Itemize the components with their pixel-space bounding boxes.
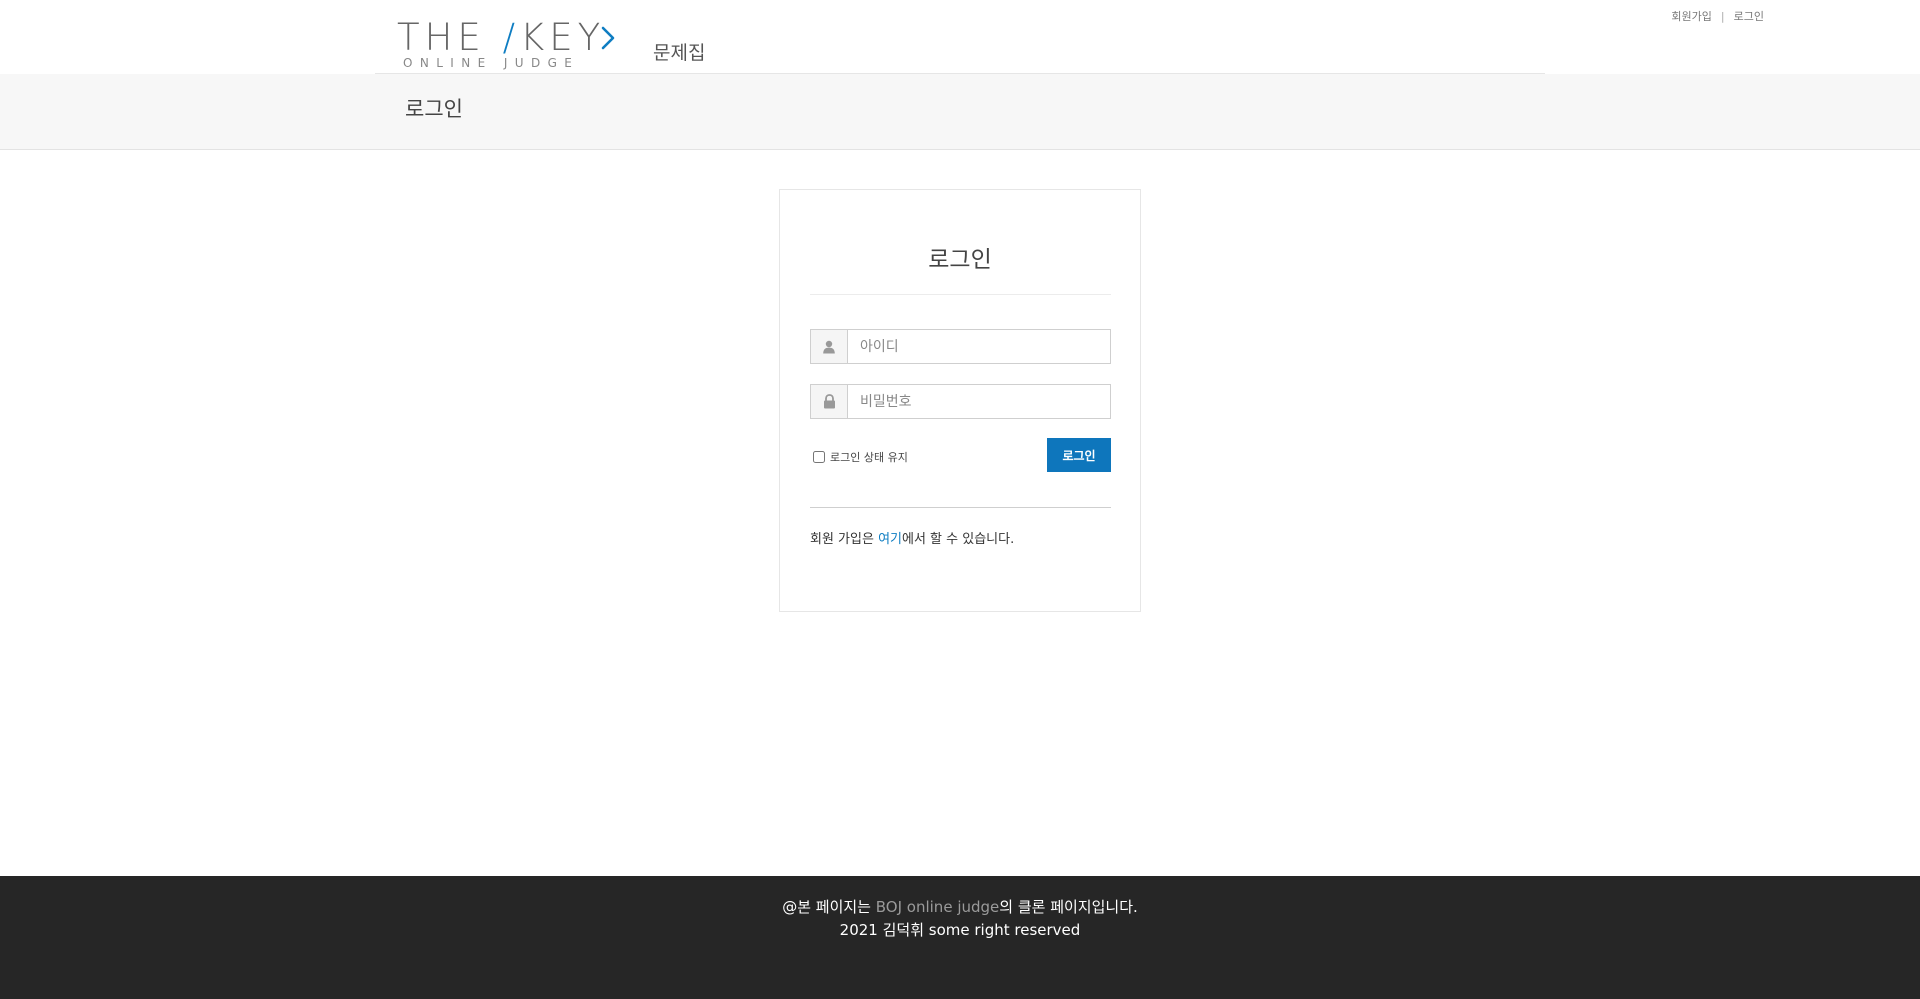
lock-icon — [811, 385, 848, 418]
user-icon — [811, 330, 848, 363]
remember-me-label: 로그인 상태 유지 — [830, 451, 908, 464]
id-input-group — [810, 329, 1111, 364]
panel-divider-top — [810, 294, 1111, 295]
site-header: THE /KEY ONLINE JUDGE 문제집 회원가입 | 로그인 — [0, 0, 1920, 74]
signup-hint: 회원 가입은 여기에서 할 수 있습니다. — [810, 532, 1015, 547]
footer-credit: @본 페이지는 BOJ online judge의 클론 페이지입니다. — [782, 898, 1138, 916]
site-logo[interactable]: THE /KEY ONLINE JUDGE — [397, 16, 617, 71]
nav-problems[interactable]: 문제집 — [653, 38, 705, 65]
page-title-band: 로그인 — [0, 74, 1920, 150]
logo-subtitle: ONLINE JUDGE — [403, 56, 580, 70]
remember-me-checkbox[interactable] — [813, 451, 825, 463]
signup-here-link[interactable]: 여기 — [878, 532, 902, 547]
boj-link[interactable]: BOJ online judge — [876, 898, 1000, 916]
page-title: 로그인 — [405, 97, 463, 121]
site-footer: @본 페이지는 BOJ online judge의 클론 페이지입니다. 202… — [0, 876, 1920, 999]
remember-me[interactable]: 로그인 상태 유지 — [813, 449, 908, 465]
login-submit-button[interactable]: 로그인 — [1047, 438, 1111, 472]
chevron-right-icon — [601, 26, 615, 50]
logo-wordmark: THE /KEY — [397, 16, 606, 59]
password-input-group — [810, 384, 1111, 419]
panel-divider-bottom — [810, 507, 1111, 508]
signup-link[interactable]: 회원가입 — [1671, 10, 1711, 23]
footer-copyright: 2021 김덕휘 some right reserved — [839, 921, 1081, 939]
password-input[interactable] — [848, 385, 1110, 418]
top-links-separator: | — [1720, 10, 1725, 23]
login-link[interactable]: 로그인 — [1734, 10, 1764, 23]
top-links: 회원가입 | 로그인 — [1671, 8, 1764, 24]
login-panel-title: 로그인 — [928, 247, 992, 273]
login-panel: 로그인 로그인 상태 유지 로그인 회원 가입은 여기에서 할 수 있습니다. — [779, 189, 1141, 612]
id-input[interactable] — [848, 330, 1110, 363]
